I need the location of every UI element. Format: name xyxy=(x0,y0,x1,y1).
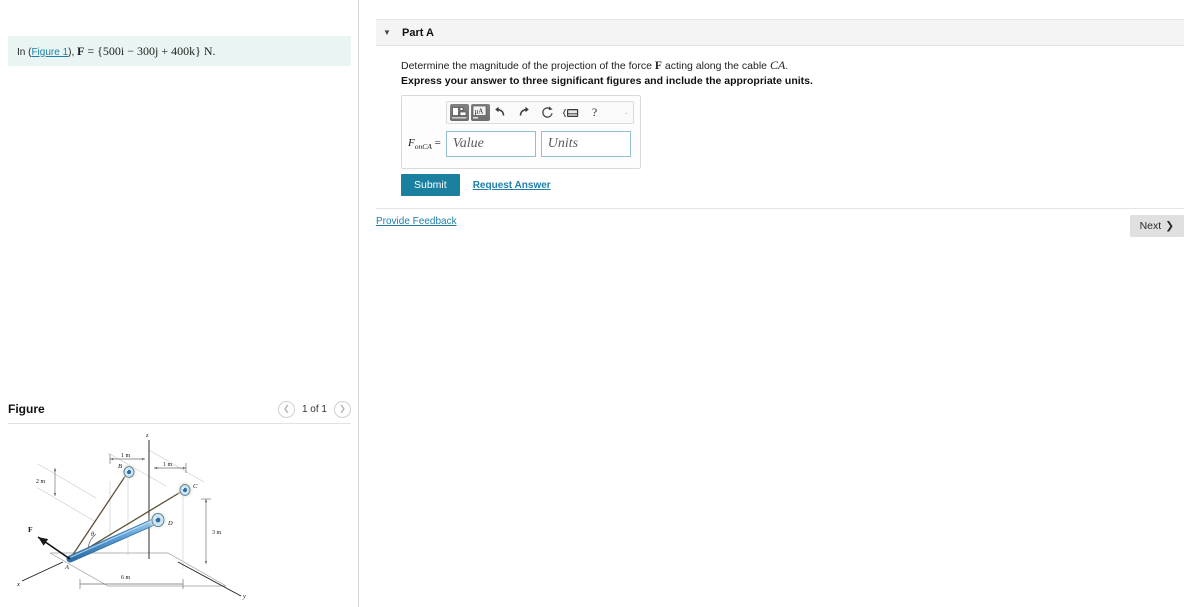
question-post: . xyxy=(785,60,789,72)
answer-label-base: F xyxy=(408,136,415,149)
mechanics-diagram-svg: z y x B C D A F θ 1 m 1 m 2 m 3 m 6 m xyxy=(16,432,246,600)
answer-units-input[interactable] xyxy=(540,131,631,157)
micro-amp-icon[interactable]: μA xyxy=(471,104,490,121)
micro-amp-glyph: μA xyxy=(472,105,487,119)
question-mid: acting along the cable xyxy=(661,60,770,72)
left-panel: In (Figure 1), F = {500i − 300j + 400k} … xyxy=(0,0,359,607)
question-force-symbol: F xyxy=(654,60,662,72)
figure-page-label: 1 of 1 xyxy=(301,403,327,415)
footer-divider xyxy=(376,208,1184,209)
axis-y xyxy=(177,561,242,597)
point-d-label: D xyxy=(167,520,173,527)
problem-statement-text: In (Figure 1), F = {500i − 300j + 400k} … xyxy=(17,44,216,59)
svg-text:μA: μA xyxy=(475,107,484,115)
undo-glyph xyxy=(495,106,505,116)
figure-prev-button[interactable]: ❮ xyxy=(277,400,295,418)
answer-label-equals: = xyxy=(431,136,441,149)
guide-lines xyxy=(37,442,205,569)
connector-d xyxy=(148,510,168,530)
axis-x-label: x xyxy=(16,581,20,588)
redo-glyph xyxy=(519,106,529,116)
force-vector-f xyxy=(37,536,71,560)
template-icon[interactable] xyxy=(450,104,469,121)
connector-c xyxy=(176,481,194,499)
answer-value-input[interactable] xyxy=(445,131,536,157)
template-glyph xyxy=(452,106,467,119)
figure-1-link[interactable]: Figure 1 xyxy=(31,47,68,58)
undo-icon[interactable] xyxy=(492,104,509,122)
page-root: In (Figure 1), F = {500i − 300j + 400k} … xyxy=(0,0,1200,607)
problem-statement: In (Figure 1), F = {500i − 300j + 400k} … xyxy=(8,36,351,66)
submit-button[interactable]: Submit xyxy=(401,174,460,196)
instruction-text: Express your answer to three significant… xyxy=(401,75,813,87)
reset-icon[interactable] xyxy=(539,104,556,122)
figure-divider xyxy=(8,423,351,424)
next-button-label: Next xyxy=(1139,220,1162,232)
dim-1m-left-label: 1 m xyxy=(121,453,131,459)
redo-icon[interactable] xyxy=(515,104,532,122)
toolbar-more-icon[interactable]: · xyxy=(625,108,630,118)
request-answer-link[interactable]: Request Answer xyxy=(473,180,551,191)
figure-title: Figure xyxy=(8,402,45,416)
question-cable-symbol: CA xyxy=(769,58,786,72)
axis-y-label: y xyxy=(242,593,246,600)
question-text: Determine the magnitude of the projectio… xyxy=(401,58,788,73)
problem-after-link: ), xyxy=(68,46,78,58)
dim-6m xyxy=(79,579,184,589)
answer-label-sub: onCA xyxy=(414,142,432,152)
axis-z-label: z xyxy=(145,432,149,439)
axis-x xyxy=(21,561,64,582)
figure-next-button[interactable]: ❯ xyxy=(334,400,351,418)
reset-glyph xyxy=(542,106,553,118)
help-icon[interactable]: ? xyxy=(586,104,603,122)
point-a-label: A xyxy=(64,564,69,571)
part-title: Part A xyxy=(402,26,434,39)
math-toolbar: μA ? · xyxy=(446,101,634,124)
answer-label: FonCA = xyxy=(408,137,441,151)
dim-2m-label: 2 m xyxy=(36,479,46,485)
provide-feedback-link[interactable]: Provide Feedback xyxy=(376,216,457,227)
keyboard-glyph xyxy=(562,108,578,117)
point-b-label: B xyxy=(118,463,122,470)
answer-formula-row: FonCA = xyxy=(408,131,631,157)
angle-theta-label: θ xyxy=(91,532,94,538)
keyboard-icon[interactable] xyxy=(562,104,579,122)
dim-1m-right-label: 1 m xyxy=(163,462,173,468)
figure-image[interactable]: z y x B C D A F θ 1 m 1 m 2 m 3 m 6 m xyxy=(8,426,351,601)
question-pre: Determine the magnitude of the projectio… xyxy=(401,60,655,72)
caret-down-icon[interactable]: ▼ xyxy=(376,28,398,37)
figure-pager: ❮ 1 of 1 ❯ xyxy=(277,400,351,418)
right-panel: ▼ Part A Determine the magnitude of the … xyxy=(359,0,1200,607)
dim-3m-label: 3 m xyxy=(212,530,222,536)
point-c-label: C xyxy=(193,483,198,490)
answer-entry-box: μA ? · FonCA = Value Units xyxy=(401,95,641,169)
force-equation: = {500i − 300j + 400k} N. xyxy=(84,43,216,58)
dim-6m-label: 6 m xyxy=(121,575,131,581)
force-f-label: F xyxy=(28,525,33,534)
part-a-header[interactable]: ▼ Part A xyxy=(376,19,1184,46)
next-button[interactable]: Next ❯ xyxy=(1129,215,1184,237)
connector-b xyxy=(120,463,138,481)
figure-section-header: Figure ❮ 1 of 1 ❯ xyxy=(8,396,351,422)
chevron-right-icon: ❯ xyxy=(1165,220,1174,232)
dim-3m xyxy=(201,498,211,564)
submit-row: Submit Request Answer xyxy=(401,174,551,196)
problem-lead: In ( xyxy=(17,46,32,58)
